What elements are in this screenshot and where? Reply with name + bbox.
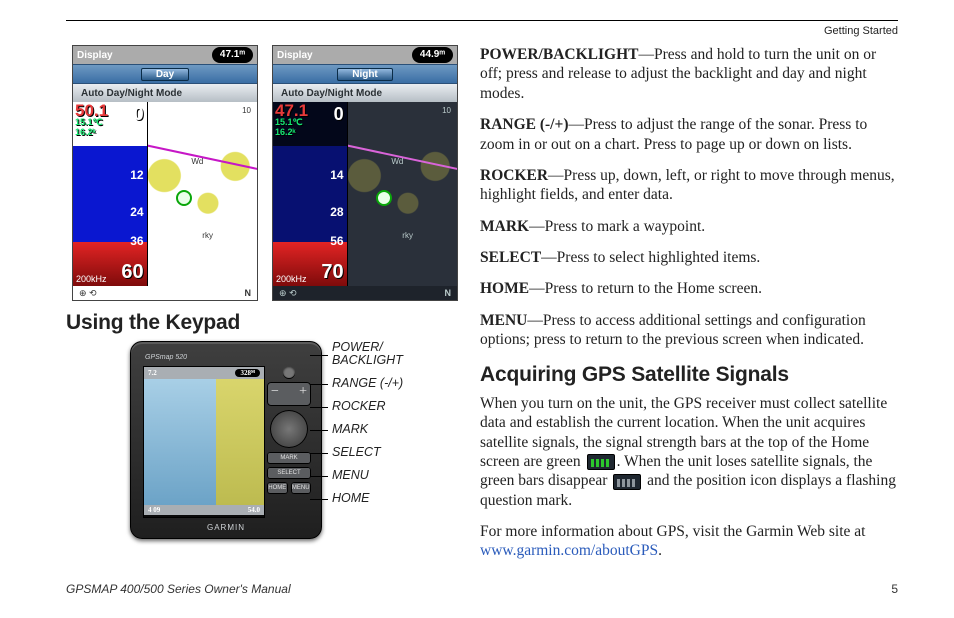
callout-home: HOME [332,491,403,505]
footer-manual-title: GPSMAP 400/500 Series Owner's Manual [66,582,291,596]
callout-range: RANGE (-/+) [332,376,403,390]
shot-title: Display [77,50,113,61]
sonar-pane: 47.1 15.1℃ 16.2ᵏ 0 14 28 56 70 200kHz [273,102,348,286]
screenshot-night-mode: Display 44.9ᵐ Night Auto Day/Night Mode … [272,45,458,301]
device-model-label: GPSmap 520 [145,354,187,361]
mark-button-icon: MARK [267,452,311,464]
chart-pane-night: 10 Wd rky [348,102,457,286]
desc-select: SELECT—Press to select highlighted items… [480,248,898,267]
desc-home: HOME—Press to return to the Home screen. [480,279,898,298]
keypad-callouts: POWER/BACKLIGHT RANGE (-/+) ROCKER MARK … [332,341,403,505]
callout-menu: MENU [332,468,403,482]
screenshot-day-mode: Display 47.1ᵐ Day Auto Day/Night Mode 50… [72,45,258,301]
callout-rocker: ROCKER [332,399,403,413]
desc-rocker: ROCKER—Press up, down, left, or right to… [480,166,898,205]
signal-bars-gray-icon [613,474,641,490]
section-header: Getting Started [66,20,898,37]
chart-pane-day: 10 Wd rky [148,102,257,286]
power-button-icon [283,366,295,378]
sonar-pane: 50.1 15.1℃ 16.2ᵏ 0 12 24 36 60 200kHz [73,102,148,286]
north-indicator: N [245,288,252,298]
signal-bars-green-icon [587,454,615,470]
screenshot-pair: Display 47.1ᵐ Day Auto Day/Night Mode 50… [66,45,458,301]
desc-mark: MARK—Press to mark a waypoint. [480,217,898,236]
desc-menu: MENU—Press to access additional settings… [480,311,898,350]
rocker-icon [270,410,308,448]
callout-power: POWER/BACKLIGHT [332,341,403,367]
device-brand: GARMIN [131,523,321,532]
home-button-icon: HOME [267,482,288,494]
gps-paragraph-1: When you turn on the unit, the GPS recei… [480,394,898,510]
depth-badge: 44.9ᵐ [412,47,453,63]
heading-gps: Acquiring GPS Satellite Signals [480,362,898,388]
callout-select: SELECT [332,445,403,459]
gps-info-link[interactable]: www.garmin.com/aboutGPS [480,542,658,559]
select-button-icon: SELECT [267,467,311,479]
desc-power: POWER/BACKLIGHT—Press and hold to turn t… [480,45,898,103]
callout-mark: MARK [332,422,403,436]
heading-keypad: Using the Keypad [66,311,458,335]
desc-range: RANGE (-/+)—Press to adjust the range of… [480,115,898,154]
footer-page-number: 5 [891,582,898,596]
gps-paragraph-2: For more information about GPS, visit th… [480,522,898,561]
range-button-icon [267,382,311,406]
north-indicator: N [445,288,452,298]
mode-pill-day: Day [141,68,189,81]
device-screen: 7.2328ᴹ 4 0954.0 [143,366,265,518]
device-illustration: GPSmap 520 7.2328ᴹ 4 0954.0 MARK SELECT [130,341,322,539]
menu-button-icon: MENU [291,482,312,494]
depth-badge: 47.1ᵐ [212,47,253,63]
shot-title: Display [277,50,313,61]
mode-pill-night: Night [337,68,393,81]
